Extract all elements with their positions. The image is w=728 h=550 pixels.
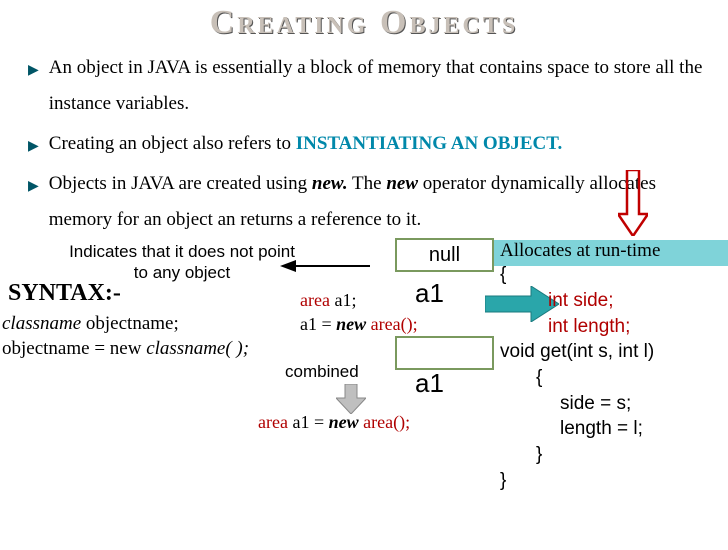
classname-token: classname( ); (146, 338, 249, 359)
code-line: length = l; (500, 416, 654, 442)
highlighted-text: INSTANTIATING AN OBJECT. (296, 133, 563, 154)
class-code-block: { int side; int length; void get(int s, … (500, 262, 654, 493)
declaration: int side; (548, 290, 613, 311)
a1-label: a1 (415, 368, 444, 399)
declaration: int length; (548, 316, 630, 337)
diagram-area: Indicates that it does not point to any … (0, 242, 728, 542)
bullet-text: An object in JAVA is essentially a block… (49, 50, 710, 122)
allocates-text: Allocates at run-time (500, 240, 660, 262)
keyword-new: new (336, 314, 366, 334)
classname-token: classname (2, 313, 81, 334)
bullet-text: Creating an object also refers to INSTAN… (49, 126, 563, 162)
keyword-new: new (386, 173, 418, 194)
code-block-2: area a1 = new area(); (258, 412, 410, 433)
red-down-arrow-icon (618, 170, 648, 236)
type-token: area(); (366, 314, 417, 334)
code-line: { (500, 262, 654, 288)
code-line: } (500, 442, 654, 468)
type-token: area(); (359, 412, 410, 432)
syntax-body: classname objectname; objectname = new c… (2, 312, 249, 361)
code-line: } (500, 468, 654, 494)
combined-label: combined (285, 362, 359, 382)
indicates-caption: Indicates that it does not point to any … (52, 242, 312, 283)
code-line: a1 = new area(); (300, 313, 418, 336)
a1-box (395, 336, 494, 370)
syntax-line: objectname = new classname( ); (2, 337, 249, 362)
code-block-1: area a1; a1 = new area(); (300, 289, 418, 336)
keyword-new: new. (312, 173, 348, 194)
type-token: area (300, 290, 330, 310)
bullet-item: ▶ An object in JAVA is essentially a blo… (28, 50, 710, 122)
gray-down-arrow-icon (336, 384, 366, 414)
type-token: area (258, 412, 288, 432)
text-segment: a1; (330, 290, 357, 310)
bullet-text: Objects in JAVA are created using new. T… (49, 166, 710, 238)
syntax-header: SYNTAX:- (8, 280, 121, 307)
text-segment: objectname; (81, 313, 179, 334)
code-line: area a1; (300, 289, 418, 312)
code-line: int length; (500, 314, 654, 340)
syntax-line: classname objectname; (2, 312, 249, 337)
bullet-item: ▶ Creating an object also refers to INST… (28, 126, 710, 162)
bullet-item: ▶ Objects in JAVA are created using new.… (28, 166, 710, 238)
code-line: { (500, 365, 654, 391)
text-segment: a1 = (300, 314, 336, 334)
bullet-arrow-icon: ▶ (28, 174, 39, 201)
text-segment: Creating an object also refers to (49, 133, 296, 154)
slide-title: Creating Objects (0, 4, 728, 42)
text-segment: Objects in JAVA are created using (49, 173, 312, 194)
code-line: void get(int s, int l) (500, 339, 654, 365)
null-box: null (395, 238, 494, 272)
a1-label: a1 (415, 278, 444, 309)
bullet-arrow-icon: ▶ (28, 134, 39, 161)
keyword-new: new (329, 412, 359, 432)
bullet-arrow-icon: ▶ (28, 58, 39, 85)
text-segment: objectname = new (2, 338, 146, 359)
caption-line: Indicates that it does not point (52, 242, 312, 262)
text-segment: a1 = (288, 412, 329, 432)
arrow-left-icon (280, 258, 370, 274)
code-line: int side; (500, 288, 654, 314)
code-line: side = s; (500, 391, 654, 417)
text-segment: The (348, 173, 387, 194)
